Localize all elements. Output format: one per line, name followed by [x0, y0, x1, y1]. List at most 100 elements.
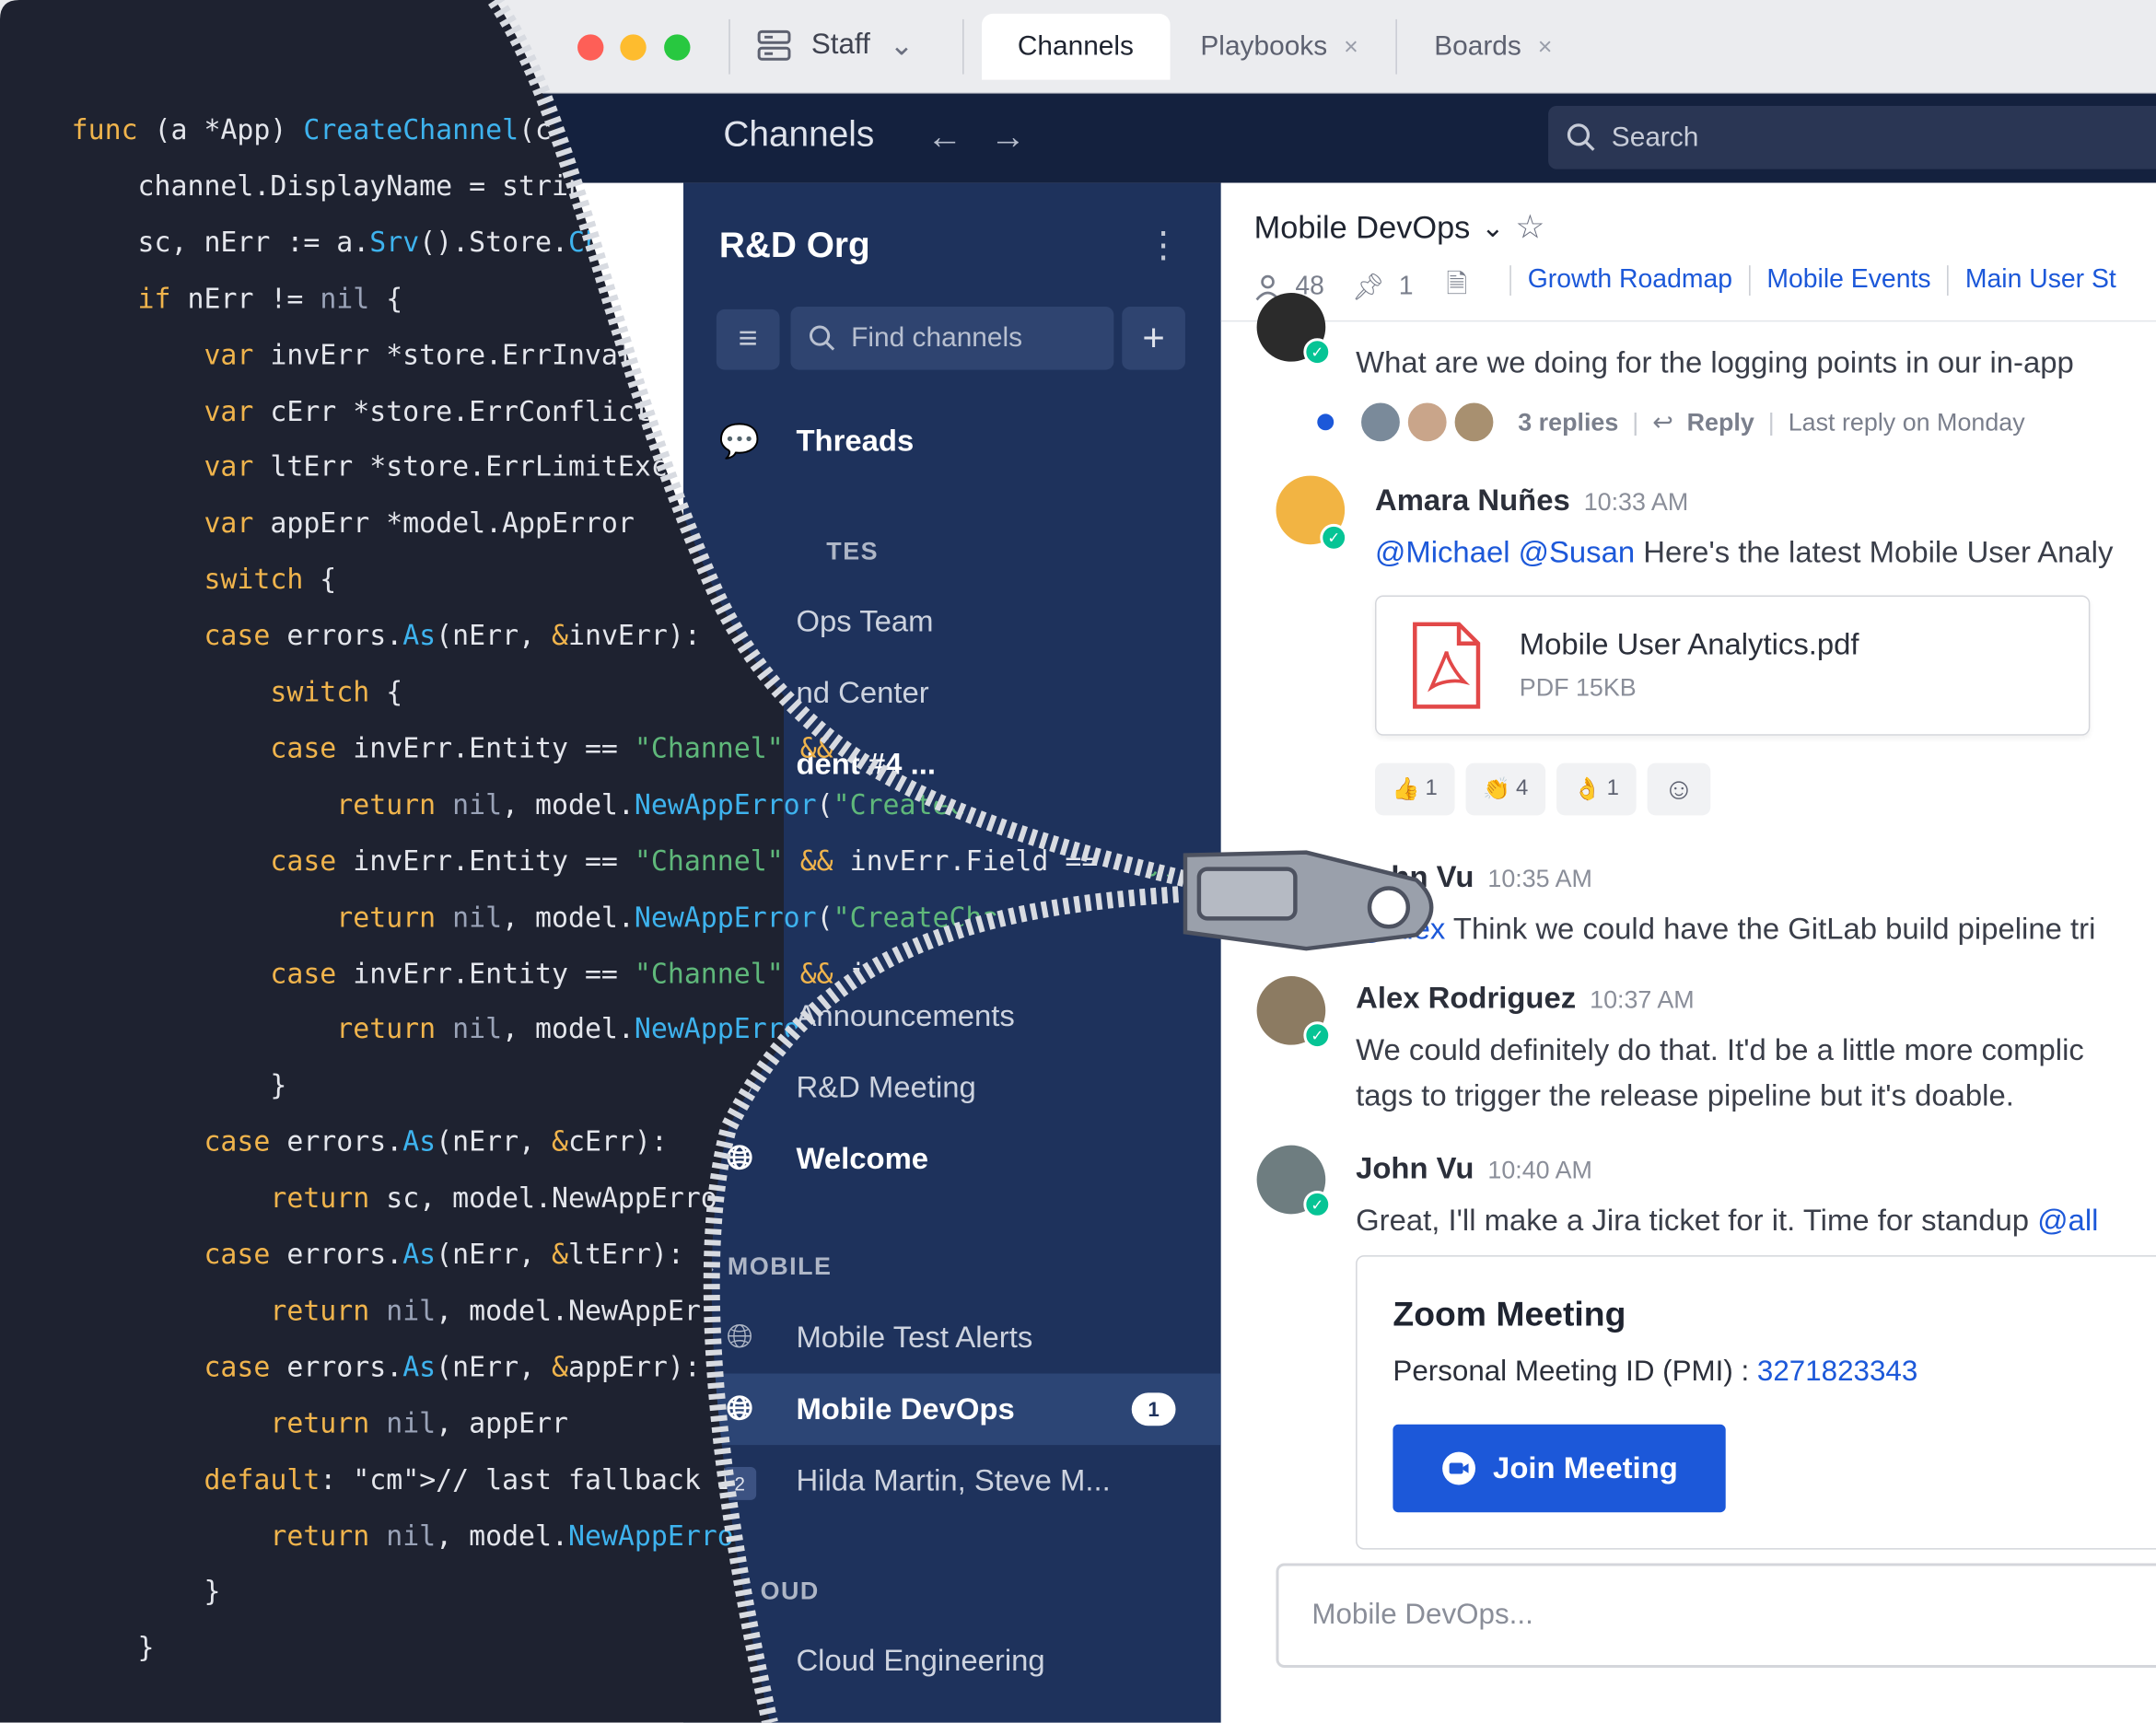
- file-icon[interactable]: 🗎: [1446, 265, 1467, 309]
- search-input[interactable]: Search: [1548, 105, 2156, 169]
- sidebar-item-mobile-devops[interactable]: 🌐︎ Mobile DevOps 1: [683, 1373, 1221, 1446]
- pmi-label: Personal Meeting ID (PMI) :: [1393, 1356, 1757, 1388]
- dm-count-badge: 2: [723, 1467, 757, 1500]
- code-line: func (a *App) CreateChannel(c *req: [71, 112, 519, 146]
- bookmark-link[interactable]: Main User St: [1947, 265, 2132, 296]
- code-line: case errors.As(nErr, &cErr):: [204, 1124, 668, 1158]
- join-meeting-button[interactable]: Join Meeting: [1393, 1424, 1726, 1513]
- code-line: return nil, model.NewAppEr: [270, 1293, 701, 1327]
- message-input-placeholder: Mobile DevOps...: [1311, 1599, 1533, 1631]
- thread-footer: 3 replies | ↩ Reply | Last reply on Mond…: [1317, 400, 2025, 445]
- code-line: switch {: [204, 562, 337, 596]
- back-arrow-icon[interactable]: ←: [926, 115, 962, 157]
- sidebar-item-cloud-engineering[interactable]: Cloud Engineering: [683, 1625, 1221, 1697]
- sidebar-item-label: nd Center: [796, 675, 929, 710]
- section-mobile[interactable]: ⌄ MOBILE: [697, 1252, 832, 1281]
- close-window-button[interactable]: [577, 34, 604, 61]
- find-channels-input[interactable]: Find channels: [790, 306, 1114, 370]
- clap-icon: 👏: [1483, 778, 1511, 802]
- mention[interactable]: @all: [2037, 1203, 2098, 1237]
- tab-boards[interactable]: Boards ×: [1434, 14, 1552, 80]
- author-name: John Vu: [1356, 1150, 1474, 1185]
- message-author[interactable]: John Vu 10:35 AM: [1356, 859, 1592, 895]
- message-author[interactable]: Amara Nuñes 10:33 AM: [1375, 483, 1688, 518]
- mention[interactable]: @Michael @Susan: [1375, 535, 1635, 569]
- minimize-window-button[interactable]: [620, 34, 647, 61]
- add-channel-button[interactable]: +: [1122, 306, 1185, 370]
- bookmark-link[interactable]: Mobile Events: [1748, 265, 1948, 296]
- channel-header-title[interactable]: Mobile DevOps ⌄ ☆: [1254, 207, 1545, 247]
- section-cloud[interactable]: OUD: [761, 1577, 820, 1605]
- close-icon[interactable]: ×: [1344, 32, 1358, 61]
- code-line: }: [71, 1575, 221, 1608]
- tab-label: Channels: [1017, 30, 1135, 62]
- message-time: 10:35 AM: [1487, 865, 1592, 892]
- chevron-down-icon: ⌄: [1481, 213, 1505, 244]
- reaction-thumbs-up[interactable]: 👍 1: [1375, 763, 1455, 816]
- reply-icon: ↩: [1652, 407, 1673, 436]
- code-line: case invErr.Entity == "Channel" && invEr…: [270, 844, 1115, 878]
- tab-divider: [962, 18, 964, 75]
- reply-button[interactable]: Reply: [1687, 408, 1754, 437]
- threads-icon: 💬: [718, 423, 761, 460]
- code-line: var cErr *store.ErrConflict: [204, 393, 651, 427]
- message-body: Think we could have the GitLab build pip…: [1445, 911, 2096, 947]
- team-selector[interactable]: Staff ⌄: [756, 28, 914, 64]
- pmi-link[interactable]: 3271823343: [1757, 1356, 1917, 1387]
- message-text: What are we doing for the logging points…: [1356, 344, 2074, 380]
- sidebar-item-label: Hilda Martin, Steve M...: [796, 1462, 1111, 1497]
- reaction-clap[interactable]: 👏 4: [1465, 763, 1546, 816]
- online-status-icon: ✓: [1303, 1021, 1332, 1050]
- bookmark-link[interactable]: Growth Roadmap: [1509, 265, 1749, 296]
- file-attachment[interactable]: Mobile User Analytics.pdf PDF 15KB: [1375, 595, 2091, 736]
- sidebar-item-threads[interactable]: 💬 Threads: [683, 405, 1221, 477]
- tab-label: Boards: [1434, 30, 1521, 62]
- sidebar-item-mobile-test-alerts[interactable]: 🌐︎ Mobile Test Alerts: [683, 1302, 1221, 1374]
- code-line: var invErr *store.ErrInvalidInput: [204, 337, 751, 371]
- more-vertical-icon[interactable]: ⋮: [1146, 224, 1182, 266]
- message-text: We could definitely do that. It'd be a l…: [1356, 1032, 2084, 1067]
- code-line: case errors.As(nErr, &invErr):: [204, 618, 701, 652]
- sidebar-item-welcome[interactable]: 🌐︎ Welcome: [683, 1123, 1221, 1195]
- pinned-count[interactable]: 1: [1399, 273, 1414, 303]
- author-name: Alex Rodriguez: [1356, 980, 1577, 1015]
- sidebar-item-label: Ops Team: [796, 603, 934, 638]
- avatar: [1358, 400, 1403, 445]
- tab-playbooks[interactable]: Playbooks ×: [1200, 14, 1358, 80]
- author-name: Amara Nuñes: [1375, 483, 1570, 518]
- sidebar-item[interactable]: Ops Team: [683, 586, 1221, 658]
- zoom-window-button[interactable]: [664, 34, 691, 61]
- close-icon[interactable]: ×: [1538, 32, 1553, 61]
- tab-channels[interactable]: Channels: [982, 13, 1170, 80]
- search-icon: [809, 325, 835, 351]
- sidebar-item-label: Threads: [796, 423, 915, 459]
- code-line: var ltErr *store.ErrLimitExceeded: [204, 449, 751, 483]
- add-reaction-button[interactable]: ☺: [1647, 763, 1711, 816]
- filter-icon[interactable]: ≡: [716, 309, 780, 370]
- ok-hand-icon: 👌: [1573, 778, 1602, 802]
- header-divider: [1220, 320, 2156, 322]
- smiley-plus-icon: ☺: [1663, 771, 1695, 806]
- code-line: return nil, model.NewAppError("CreateCha: [336, 900, 999, 934]
- code-line: case errors.As(nErr, &appErr):: [204, 1349, 701, 1383]
- tab-label: Playbooks: [1200, 30, 1328, 62]
- channel-bookmarks: Growth Roadmap Mobile Events Main User S…: [1509, 265, 2132, 296]
- star-icon[interactable]: ☆: [1515, 207, 1544, 247]
- online-status-icon: ✓: [1303, 338, 1332, 367]
- sidebar-item-group-dm[interactable]: 2 Hilda Martin, Steve M...: [683, 1445, 1221, 1517]
- replies-count[interactable]: 3 replies: [1518, 408, 1618, 437]
- message-author[interactable]: Alex Rodriguez 10:37 AM: [1356, 981, 1695, 1017]
- channel-name: Mobile DevOps: [1253, 208, 1471, 245]
- message-author[interactable]: John Vu 10:40 AM: [1356, 1151, 1592, 1187]
- unread-badge: 1: [1131, 1392, 1176, 1426]
- section-label: MOBILE: [727, 1252, 833, 1280]
- forward-arrow-icon[interactable]: →: [990, 115, 1026, 157]
- reaction-ok-hand[interactable]: 👌 1: [1556, 763, 1637, 816]
- code-line: }: [71, 1631, 155, 1664]
- search-placeholder: Search: [1611, 122, 1699, 152]
- section-favorites[interactable]: TES: [826, 538, 879, 566]
- code-line: case invErr.Entity == "Channel" && in: [270, 956, 883, 990]
- code-editor-panel: func (a *App) CreateChannel(c *req chann…: [0, 0, 784, 1723]
- message-input[interactable]: Mobile DevOps...: [1276, 1563, 2156, 1669]
- mention[interactable]: @Alex: [1356, 912, 1445, 946]
